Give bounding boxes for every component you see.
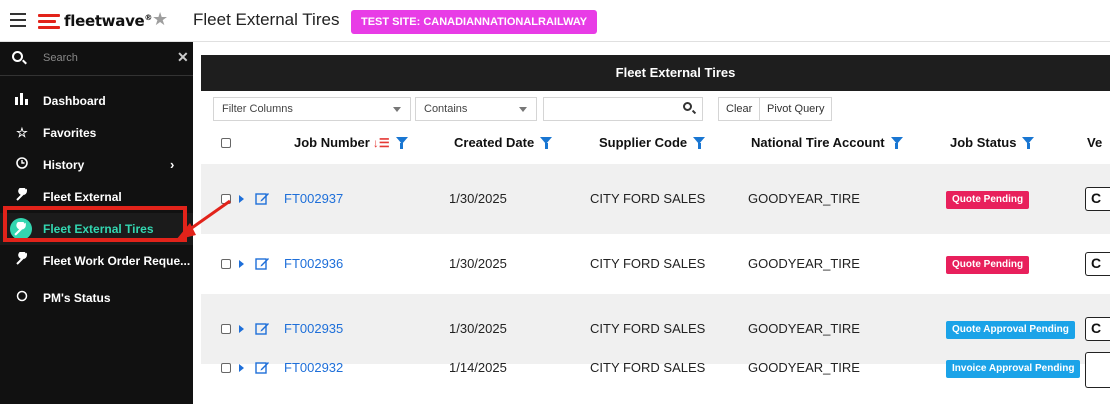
status-badge: Invoice Approval Pending [946, 360, 1081, 378]
table-row[interactable]: FT002937 1/30/2025 CITY FORD SALES GOODY… [201, 164, 1110, 234]
table-header: Job Number ↓☰ Created Date Supplier Code … [201, 125, 1110, 161]
created-date: 1/30/2025 [449, 191, 507, 206]
national-tire-account: GOODYEAR_TIRE [748, 360, 860, 375]
supplier-code: CITY FORD SALES [590, 360, 706, 375]
status-badge: Quote Pending [946, 191, 1030, 209]
annotation-highlight-box [3, 206, 187, 242]
column-job-number[interactable]: Job Number ↓☰ [294, 135, 408, 150]
row-checkbox[interactable] [221, 194, 231, 204]
job-number-link[interactable]: FT002936 [284, 256, 343, 271]
sidebar-item-dashboard[interactable]: Dashboard [0, 85, 193, 117]
dashboard-icon [14, 85, 30, 117]
filter-funnel-icon[interactable] [890, 137, 903, 149]
vendor-cell[interactable]: C [1085, 317, 1110, 341]
panel-title: Fleet External Tires [201, 55, 1110, 91]
column-created-date[interactable]: Created Date [454, 135, 553, 150]
sidebar-item-history[interactable]: History › [0, 149, 193, 181]
filter-columns-label: Filter Columns [222, 103, 293, 115]
clear-search-icon[interactable]: ✕ [177, 49, 189, 66]
sidebar-item-label: Dashboard [43, 94, 106, 108]
table-row[interactable]: FT002935 1/30/2025 CITY FORD SALES GOODY… [201, 294, 1110, 364]
row-checkbox[interactable] [221, 324, 231, 334]
operator-label: Contains [424, 103, 468, 115]
pivot-query-button[interactable]: Pivot Query [759, 97, 833, 121]
page-title: Fleet External Tires [193, 10, 340, 29]
chevron-right-icon[interactable]: › [170, 149, 174, 181]
filter-value-input[interactable] [543, 97, 703, 121]
sidebar-search[interactable]: Search ✕ [0, 42, 193, 76]
table-row[interactable]: FT002936 1/30/2025 CITY FORD SALES GOODY… [201, 234, 1110, 294]
created-date: 1/14/2025 [449, 360, 507, 375]
expand-row-icon[interactable] [239, 325, 244, 333]
edit-icon[interactable] [255, 321, 270, 336]
sidebar-item-label: Favorites [43, 126, 97, 140]
national-tire-account: GOODYEAR_TIRE [748, 321, 860, 336]
supplier-code: CITY FORD SALES [590, 256, 706, 271]
expand-row-icon[interactable] [239, 364, 244, 372]
filter-funnel-icon[interactable] [1022, 137, 1035, 149]
circle-icon [14, 282, 30, 314]
caret-down-icon [393, 107, 401, 112]
column-supplier-code[interactable]: Supplier Code [599, 135, 706, 150]
supplier-code: CITY FORD SALES [590, 321, 706, 336]
clock-icon [14, 149, 30, 181]
filter-toolbar: Filter Columns Contains Clear Pivot Quer… [201, 91, 1110, 125]
filter-funnel-icon[interactable] [395, 137, 408, 149]
job-number-link[interactable]: FT002932 [284, 360, 343, 375]
edit-icon[interactable] [255, 360, 270, 375]
logo-text: fleetwave® [64, 12, 153, 30]
select-all-checkbox[interactable] [221, 138, 231, 148]
search-icon [12, 51, 23, 62]
sidebar-item-favorites[interactable]: ☆ Favorites [0, 117, 193, 149]
expand-row-icon[interactable] [239, 195, 244, 203]
national-tire-account: GOODYEAR_TIRE [748, 256, 860, 271]
status-badge: Quote Approval Pending [946, 321, 1075, 339]
created-date: 1/30/2025 [449, 256, 507, 271]
sidebar-item-pm-status[interactable]: PM's Status [0, 282, 193, 314]
operator-select[interactable]: Contains [415, 97, 537, 121]
caret-down-icon [519, 107, 527, 112]
national-tire-account: GOODYEAR_TIRE [748, 191, 860, 206]
column-national-tire-account[interactable]: National Tire Account [751, 135, 903, 150]
vendor-cell[interactable]: C [1085, 187, 1110, 211]
column-job-status[interactable]: Job Status [950, 135, 1035, 150]
sidebar-item-fleet-work-order[interactable]: Fleet Work Order Reque... [0, 245, 193, 277]
clear-button[interactable]: Clear [718, 97, 761, 121]
edit-icon[interactable] [255, 191, 270, 206]
filter-columns-select[interactable]: Filter Columns [213, 97, 411, 121]
fleetwave-logo[interactable]: fleetwave® [38, 12, 152, 30]
fleetwave-logo-mark-icon [38, 13, 60, 29]
search-icon[interactable] [683, 102, 692, 111]
status-badge: Quote Pending [946, 256, 1030, 274]
expand-row-icon[interactable] [239, 260, 244, 268]
table-row[interactable]: FT002932 1/14/2025 CITY FORD SALES GOODY… [201, 352, 1110, 404]
vendor-cell[interactable] [1085, 352, 1110, 388]
created-date: 1/30/2025 [449, 321, 507, 336]
top-bar: fleetwave® ★ Fleet External Tires TEST S… [0, 0, 1110, 42]
hamburger-menu-icon[interactable] [10, 13, 26, 27]
search-input[interactable]: Search [43, 52, 78, 64]
row-checkbox[interactable] [221, 259, 231, 269]
sidebar-item-label: PM's Status [43, 291, 111, 305]
test-site-badge: TEST SITE: CANADIANNATIONALRAILWAY [351, 10, 598, 34]
job-number-link[interactable]: FT002935 [284, 321, 343, 336]
sidebar-item-label: Fleet Work Order Reque... [43, 254, 191, 268]
job-number-link[interactable]: FT002937 [284, 191, 343, 206]
vendor-cell[interactable]: C [1085, 252, 1110, 276]
star-icon: ☆ [16, 125, 28, 140]
column-ve[interactable]: Ve [1087, 135, 1102, 150]
supplier-code: CITY FORD SALES [590, 191, 706, 206]
favorite-star-icon[interactable]: ★ [152, 9, 168, 30]
filter-funnel-icon[interactable] [540, 137, 553, 149]
main-panel: Fleet External Tires Filter Columns Cont… [193, 42, 1110, 404]
edit-icon[interactable] [255, 256, 270, 271]
sidebar-item-label: History [43, 158, 85, 172]
row-checkbox[interactable] [221, 363, 231, 373]
sort-desc-icon[interactable]: ↓☰ [373, 136, 390, 150]
wrench-icon [14, 245, 30, 277]
filter-funnel-icon[interactable] [693, 137, 706, 149]
